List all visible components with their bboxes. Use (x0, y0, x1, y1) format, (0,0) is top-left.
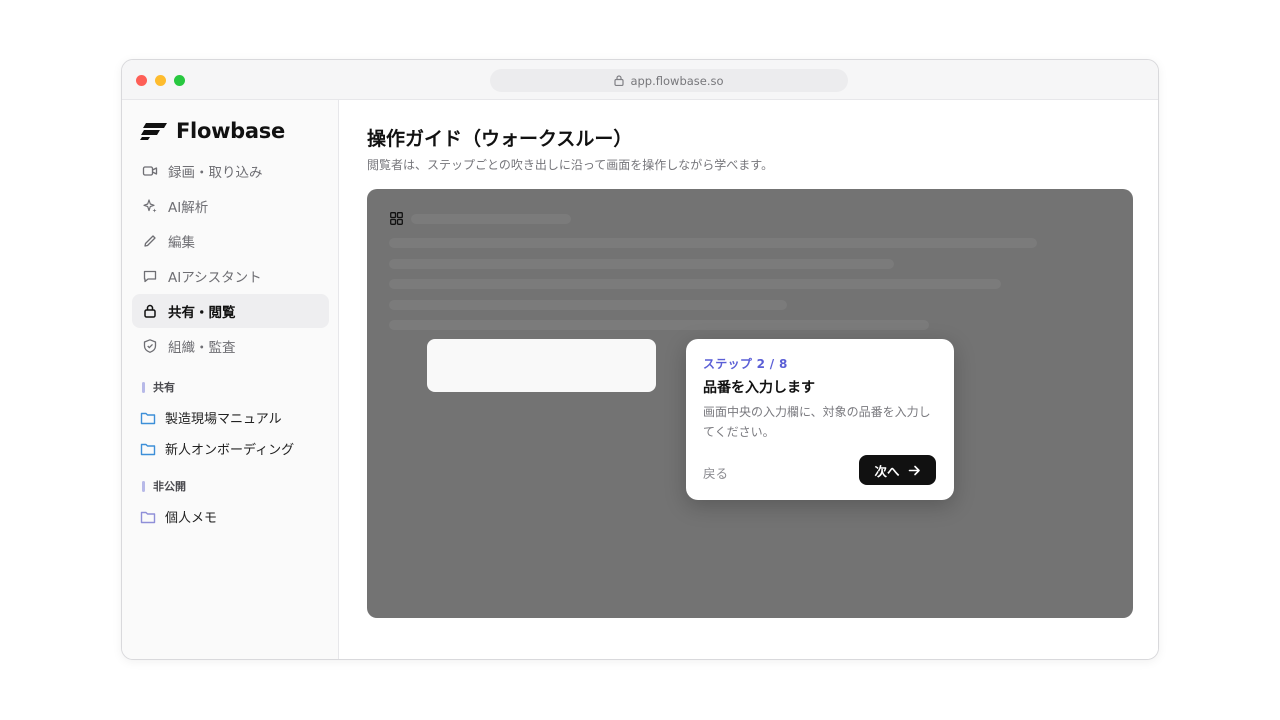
nav-label: 共有・閲覧 (168, 305, 236, 321)
placeholder-line (389, 238, 1037, 248)
close-window-button[interactable] (136, 75, 147, 86)
folder-item[interactable]: 製造現場マニュアル (140, 408, 282, 427)
nav-label: 編集 (168, 235, 195, 251)
walkthrough-preview: ステップ 2 / 8 品番を入力します 画面中央の入力欄に、対象の品番を入力して… (367, 189, 1133, 618)
brand-name: Flowbase (176, 119, 285, 143)
section-bar (142, 381, 145, 393)
folder-label: 個人メモ (165, 511, 218, 526)
tooltip-body: 画面中央の入力欄に、対象の品番を入力してください。 (703, 405, 931, 439)
flowbase-logo-icon (140, 123, 167, 140)
brand-logo[interactable]: Flowbase (140, 119, 285, 143)
main-content: 操作ガイド（ウォークスルー） 閲覧者は、ステップごとの吹き出しに沿って画面を操作… (340, 100, 1158, 659)
placeholder-line (389, 279, 1001, 289)
next-button-label: 次へ (874, 464, 900, 479)
page-subtitle: 閲覧者は、ステップごとの吹き出しに沿って画面を操作しながら学べます。 (367, 158, 774, 172)
lock-icon (614, 75, 625, 86)
video-icon (142, 166, 158, 176)
arrow-right-icon (908, 465, 920, 475)
browser-window: app.flowbase.so Flowbase 録画・取り込み AI解析 編集… (121, 59, 1159, 660)
address-bar[interactable]: app.flowbase.so (490, 69, 848, 92)
nav-item-edit[interactable]: 編集 (132, 224, 329, 258)
section-bar (142, 480, 145, 492)
section-label-text: 共有 (153, 381, 175, 394)
folder-icon (140, 511, 156, 523)
folder-icon (140, 412, 156, 424)
title-bar: app.flowbase.so (122, 60, 1158, 100)
nav-label: AI解析 (168, 200, 209, 216)
nav-item-ai-assistant[interactable]: AIアシスタント (132, 259, 329, 293)
highlighted-input-field[interactable] (427, 339, 656, 392)
step-indicator: ステップ 2 / 8 (703, 357, 788, 371)
nav-label: 組織・監査 (168, 340, 236, 356)
app-grid-icon (390, 212, 403, 225)
walkthrough-tooltip: ステップ 2 / 8 品番を入力します 画面中央の入力欄に、対象の品番を入力して… (686, 339, 954, 500)
page-title: 操作ガイド（ウォークスルー） (367, 128, 633, 150)
nav-item-recording[interactable]: 録画・取り込み (132, 154, 329, 188)
shield-icon (143, 339, 157, 353)
nav-item-share-view[interactable]: 共有・閲覧 (132, 294, 329, 328)
folder-label: 製造現場マニュアル (165, 412, 282, 427)
placeholder-line (389, 320, 929, 330)
section-label-private: 非公開 (142, 478, 186, 494)
section-label-shared: 共有 (142, 379, 175, 395)
minimize-window-button[interactable] (155, 75, 166, 86)
next-button[interactable]: 次へ (859, 455, 936, 485)
folder-label: 新人オンボーディング (165, 443, 295, 458)
folder-item[interactable]: 個人メモ (140, 507, 217, 526)
placeholder-line (389, 300, 787, 310)
back-button[interactable]: 戻る (703, 463, 728, 482)
sidebar: Flowbase 録画・取り込み AI解析 編集 AIアシスタント 共有・閲覧 … (122, 100, 339, 659)
nav-label: 録画・取り込み (168, 165, 263, 181)
pencil-icon (144, 235, 156, 247)
placeholder-line (389, 259, 894, 269)
section-label-text: 非公開 (153, 480, 186, 493)
folder-icon (140, 443, 156, 455)
sparkle-icon (143, 199, 157, 213)
nav-item-ai-analysis[interactable]: AI解析 (132, 189, 329, 223)
lock-icon (144, 304, 156, 318)
placeholder-title-bar (411, 214, 571, 224)
url-text: app.flowbase.so (630, 73, 724, 88)
nav-label: AIアシスタント (168, 270, 262, 286)
nav-item-org-audit[interactable]: 組織・監査 (132, 329, 329, 363)
folder-item[interactable]: 新人オンボーディング (140, 439, 294, 458)
maximize-window-button[interactable] (174, 75, 185, 86)
chat-icon (143, 270, 157, 283)
tooltip-title: 品番を入力します (703, 380, 815, 396)
